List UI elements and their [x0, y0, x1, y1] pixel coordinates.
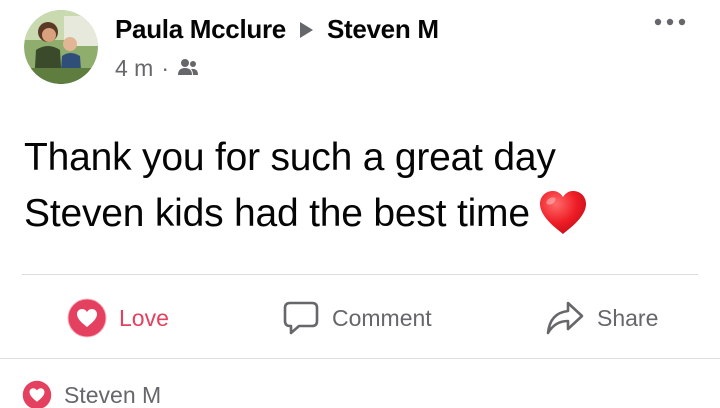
- love-label: Love: [119, 304, 169, 331]
- share-button[interactable]: Share: [545, 278, 658, 358]
- friends-icon: [177, 55, 199, 82]
- action-bar: Love Comment Share: [0, 278, 720, 358]
- post-header: Paula Mcclure Steven M: [115, 12, 439, 46]
- share-arrow-icon: [546, 301, 584, 335]
- meta-separator: ·: [161, 54, 170, 81]
- post-text-line-2-content: Steven kids had the best time: [24, 192, 530, 235]
- comment-label: Comment: [332, 304, 432, 331]
- post-timestamp[interactable]: 4 m: [115, 55, 153, 82]
- more-options-button[interactable]: [652, 12, 688, 36]
- post-card: Paula Mcclure Steven M 4 m · Thank you f…: [0, 0, 720, 408]
- love-reaction-icon: [22, 380, 52, 408]
- author-name[interactable]: Paula Mcclure: [115, 14, 286, 45]
- post-body: Thank you for such a great day Steven ki…: [24, 130, 694, 242]
- recipient-name[interactable]: Steven M: [327, 14, 439, 45]
- author-avatar[interactable]: [24, 10, 98, 84]
- reactor-name: Steven M: [64, 381, 162, 408]
- post-text-line-1: Thank you for such a great day: [24, 136, 556, 179]
- more-dots-icon: [654, 18, 686, 26]
- actions-top-divider: [22, 274, 698, 275]
- post-text-line-2: Steven kids had the best time: [24, 186, 694, 242]
- comment-button[interactable]: Comment: [282, 278, 432, 358]
- love-reaction-icon: [67, 298, 107, 338]
- comment-bubble-icon: [283, 301, 319, 335]
- play-arrow-icon: [299, 22, 313, 38]
- heart-emoji-icon: [538, 190, 588, 236]
- share-label: Share: [597, 304, 659, 331]
- post-meta: 4 m ·: [115, 53, 199, 83]
- reactions-top-divider: [0, 358, 720, 359]
- love-button[interactable]: Love: [67, 278, 169, 358]
- reactions-summary[interactable]: Steven M: [22, 378, 161, 408]
